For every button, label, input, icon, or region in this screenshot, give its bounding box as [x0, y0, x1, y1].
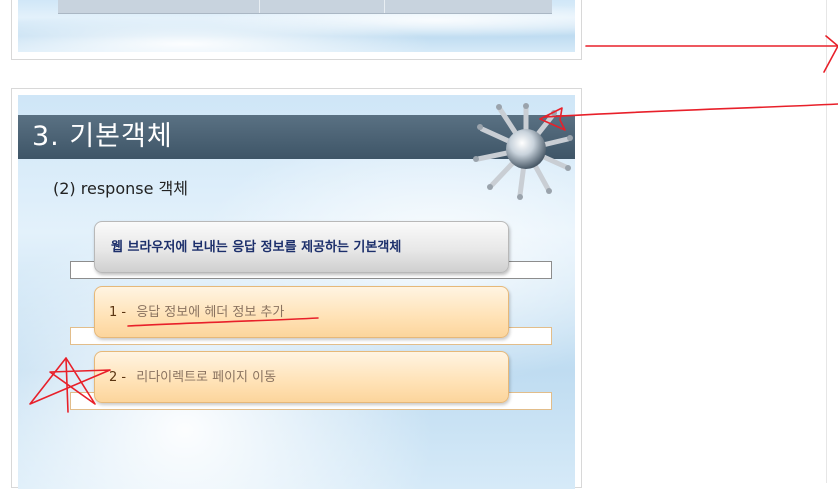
table-bottom-row [58, 0, 552, 14]
table-column-divider [259, 0, 260, 13]
slide-subtitle: (2) response 객체 [53, 179, 188, 198]
list-item-text: 응답 정보에 헤더 정보 추가 [136, 305, 285, 320]
list-item-text: 리다이렉트로 페이지 이동 [136, 370, 277, 385]
list-item: 2 - 리다이렉트로 페이지 이동 [94, 351, 509, 403]
slide-thumbnail-current[interactable]: 3. 기본객체 (2) response 객체 웹 브라우저에 보내는 응답 정… [11, 88, 582, 489]
description-text: 웹 브라우저에 보내는 응답 정보를 제공하는 기본객체 [111, 240, 402, 255]
panel-divider [826, 0, 827, 483]
arrow-to-globe-line [544, 103, 838, 118]
table-column-divider [384, 0, 385, 13]
slide-title: 3. 기본객체 [32, 121, 173, 152]
slide-background: 3. 기본객체 (2) response 객체 웹 브라우저에 보내는 응답 정… [18, 95, 575, 489]
list-item-number: 1 - [109, 305, 127, 320]
list-item-number: 2 - [109, 370, 127, 385]
description-box: 웹 브라우저에 보내는 응답 정보를 제공하는 기본객체 [94, 221, 509, 273]
slide-background [18, 0, 575, 52]
slide-thumbnail-previous[interactable] [11, 0, 582, 60]
people-around-globe-icon [473, 103, 573, 200]
list-item: 1 - 응답 정보에 헤더 정보 추가 [94, 286, 509, 338]
